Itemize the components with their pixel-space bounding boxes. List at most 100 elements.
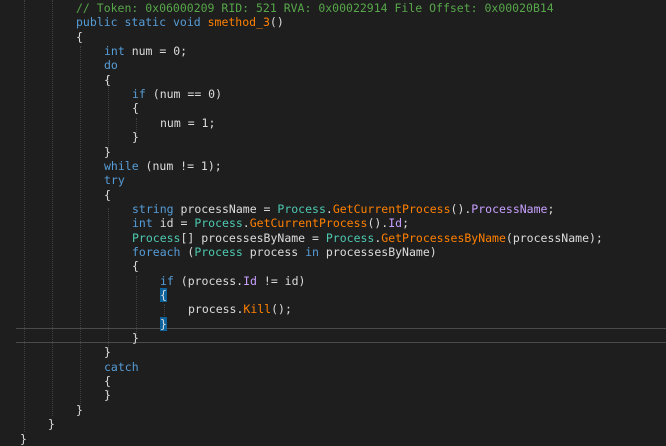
code-token: }	[76, 402, 83, 417]
code-token: {	[132, 259, 139, 274]
code-token: }	[104, 345, 111, 360]
code-line[interactable]: process.Kill();	[188, 302, 292, 316]
code-token: GetProcessesByName	[381, 230, 506, 245]
code-line[interactable]: if (process.Id != id)	[160, 274, 305, 288]
code-token: Process	[325, 230, 375, 245]
code-editor[interactable]: // Token: 0x06000209 RID: 521 RVA: 0x000…	[0, 0, 666, 446]
code-token: public	[76, 15, 118, 30]
code-token: do	[104, 58, 118, 73]
code-line[interactable]: string processName = Process.GetCurrentP…	[132, 202, 554, 216]
code-line[interactable]: {	[132, 259, 139, 273]
code-token: num = 0;	[124, 44, 188, 59]
code-token: while	[104, 158, 139, 173]
code-token: }	[20, 431, 27, 446]
code-token: (process.	[173, 273, 244, 288]
code-token: foreach	[132, 244, 181, 259]
code-line[interactable]: }	[104, 145, 111, 159]
code-token: num = 1;	[160, 115, 216, 130]
code-token: }	[48, 417, 55, 432]
code-line[interactable]: }	[20, 432, 27, 446]
code-line[interactable]: do	[104, 58, 118, 72]
code-token: }	[104, 388, 111, 403]
code-token: .	[325, 201, 333, 216]
code-token: Process	[194, 216, 243, 231]
code-token: {	[104, 187, 111, 202]
code-token: string	[132, 201, 174, 216]
code-token: ();	[271, 302, 292, 317]
indent-guide	[52, 0, 53, 416]
code-line[interactable]: {	[76, 30, 83, 44]
code-token: }	[132, 130, 139, 145]
code-line[interactable]: {	[104, 374, 111, 388]
code-line[interactable]: while (num != 1);	[104, 159, 222, 173]
code-token: (num == 0)	[145, 87, 223, 102]
indent-guide	[80, 46, 81, 408]
code-line[interactable]: {	[160, 288, 167, 302]
code-token: id =	[152, 216, 195, 231]
code-token: // Token: 0x06000209 RID: 521 RVA: 0x000…	[76, 1, 554, 15]
code-token: processName =	[173, 201, 278, 216]
code-line[interactable]: catch	[104, 360, 139, 374]
code-line[interactable]: }	[48, 417, 55, 431]
code-token: processesByName)	[318, 244, 437, 259]
code-token: ().	[450, 201, 472, 216]
code-line[interactable]: num = 1;	[160, 116, 215, 130]
code-token: int	[132, 216, 153, 231]
code-token: (	[180, 244, 195, 259]
code-token: != id)	[256, 273, 306, 288]
code-token: if	[160, 273, 174, 288]
code-line[interactable]: {	[104, 73, 111, 87]
indent-guide	[108, 76, 109, 152]
code-token: (num != 1);	[138, 158, 222, 173]
code-line[interactable]: int num = 0;	[104, 44, 187, 58]
code-token: try	[104, 173, 125, 188]
code-line[interactable]: // Token: 0x06000209 RID: 521 RVA: 0x000…	[76, 1, 554, 15]
code-line[interactable]: foreach (Process process in processesByN…	[132, 245, 437, 259]
code-token: Process	[277, 201, 326, 216]
code-token: void	[172, 15, 201, 30]
code-token: catch	[104, 359, 139, 374]
code-line[interactable]: Process[] processesByName = Process.GetP…	[132, 231, 603, 245]
code-line[interactable]: {	[104, 188, 111, 202]
code-token: Kill	[243, 302, 272, 317]
code-line[interactable]: public static void smethod_3()	[76, 15, 284, 29]
code-token: }	[104, 144, 111, 159]
code-line[interactable]: if (num == 0)	[132, 87, 222, 101]
code-token: process.	[188, 302, 244, 317]
code-token: smethod_3	[207, 15, 270, 30]
code-token: int	[104, 44, 125, 59]
code-token: {	[160, 288, 167, 302]
code-line[interactable]: try	[104, 173, 125, 187]
current-line-highlight	[16, 328, 666, 343]
code-line[interactable]: }	[160, 316, 167, 331]
code-line[interactable]: int id = Process.GetCurrentProcess().Id;	[132, 216, 409, 230]
code-token: [] processesByName =	[180, 230, 326, 245]
code-token: Id	[243, 273, 257, 288]
code-token: GetCurrentProcess	[332, 201, 451, 216]
code-token: ()	[269, 15, 284, 30]
code-line[interactable]: }	[132, 130, 139, 144]
code-token: {	[104, 374, 111, 389]
code-line[interactable]: }	[104, 345, 111, 359]
code-token: (processName);	[505, 230, 603, 245]
code-token: ProcessName	[471, 201, 548, 216]
code-line[interactable]: }	[132, 331, 139, 345]
code-token: }	[132, 331, 139, 346]
code-line[interactable]: }	[104, 388, 111, 402]
code-token: in	[305, 244, 319, 259]
code-line[interactable]: }	[76, 403, 83, 417]
code-token: {	[76, 29, 83, 44]
code-token: Process	[194, 244, 243, 259]
code-token: static	[124, 15, 167, 30]
code-token: ;	[547, 201, 555, 216]
code-token: }	[160, 316, 167, 331]
code-token: Id	[388, 216, 403, 231]
code-token: {	[104, 72, 111, 87]
code-line[interactable]: {	[132, 101, 139, 115]
code-token: ;	[402, 216, 410, 231]
code-token: {	[132, 101, 139, 116]
code-token: process	[242, 244, 306, 259]
code-token: Process	[132, 230, 181, 245]
code-token: .	[242, 216, 250, 231]
